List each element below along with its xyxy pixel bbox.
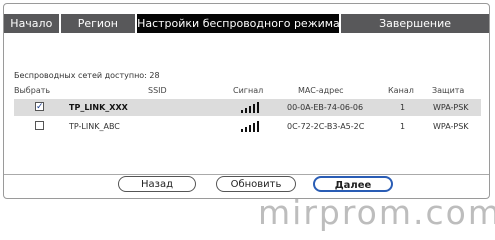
column-header-ssid: SSID [148,86,167,95]
tab-finish[interactable]: Завершение [341,14,489,33]
watermark: mirprom.com [258,193,495,232]
table-row[interactable]: TP-LINK_ABC 0C-72-2C-B3-A5-2C 1 WPA-PSK [14,118,481,135]
row-security: WPA-PSK [433,122,469,131]
row-checkbox[interactable] [35,121,44,130]
row-mac: 0C-72-2C-B3-A5-2C [287,122,365,131]
wizard-tabs: Начало Регион Настройки беспроводного ре… [4,14,489,33]
row-ssid: TP-LINK_ABC [69,122,120,131]
wizard-frame: Начало Регион Настройки беспроводного ре… [3,3,490,199]
row-checkbox[interactable]: ✓ [35,102,44,112]
row-ssid: TP_LINK_XXX [69,103,128,112]
next-button[interactable]: Далее [313,176,393,192]
column-header-select: Выбрать [14,86,51,95]
tab-start[interactable]: Начало [4,14,61,33]
row-channel: 1 [400,103,406,112]
row-security: WPA-PSK [433,103,469,112]
tab-region[interactable]: Регион [61,14,138,33]
signal-strength-icon [241,102,261,113]
tab-wireless-settings[interactable]: Настройки беспроводного режима [137,14,342,33]
signal-strength-icon [241,121,261,132]
row-mac: 00-0A-EB-74-06-06 [287,103,364,112]
table-row[interactable]: ✓ TP_LINK_XXX 00-0A-EB-74-06-06 1 WPA-PS… [14,99,481,116]
networks-count: Беспроводных сетей доступно: 28 [14,71,160,80]
footer-divider [4,174,489,175]
refresh-button[interactable]: Обновить [216,176,296,192]
column-header-mac: MAC-адрес [298,86,344,95]
row-channel: 1 [400,122,406,131]
back-button[interactable]: Назад [118,176,196,192]
column-header-signal: Сигнал [233,86,264,95]
column-header-channel: Канал [388,86,414,95]
column-header-security: Защита [432,86,465,95]
